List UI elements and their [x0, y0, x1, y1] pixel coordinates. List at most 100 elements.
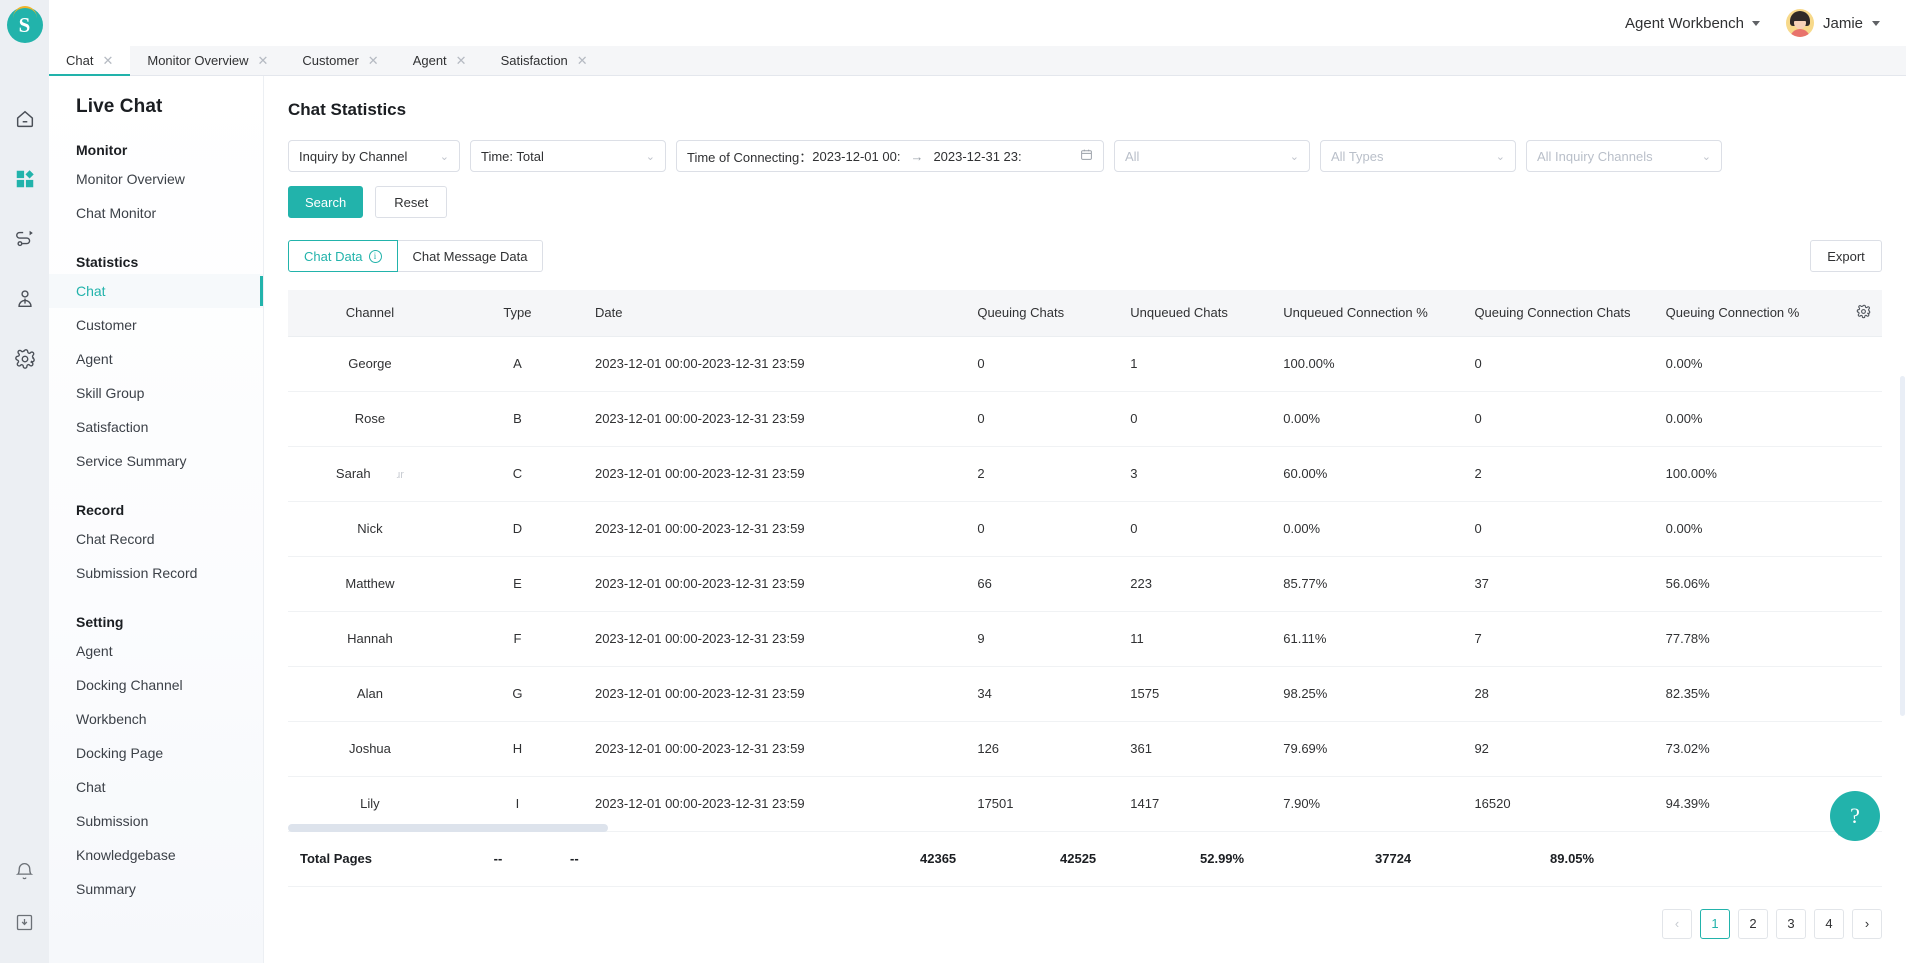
- pagination-page-3[interactable]: 3: [1776, 908, 1806, 939]
- close-icon[interactable]: ✕: [368, 54, 379, 67]
- col-header-queuing-connection-chats[interactable]: Queuing Connection Chats: [1462, 290, 1654, 337]
- close-icon[interactable]: ✕: [577, 54, 588, 67]
- pagination-next[interactable]: ›: [1852, 908, 1882, 939]
- pagination-page-2[interactable]: 2: [1738, 908, 1768, 939]
- column-settings-gear-icon[interactable]: [1856, 304, 1871, 322]
- table-row[interactable]: Sarah ɹr C 2023-12-01 00:00-2023-12-31 23:5…: [288, 446, 1882, 502]
- sidebar-item-skill-group[interactable]: Skill Group: [49, 376, 263, 410]
- tab-agent[interactable]: Agent ✕: [396, 46, 484, 75]
- table-row[interactable]: Alan G 2023-12-01 00:00-2023-12-31 23:59 34…: [288, 666, 1882, 722]
- types-select[interactable]: All Types ⌄: [1320, 140, 1516, 172]
- time-select[interactable]: Time: Total ⌄: [470, 140, 666, 172]
- tab-satisfaction[interactable]: Satisfaction ✕: [484, 46, 605, 75]
- tab-chat-message-data[interactable]: Chat Message Data: [397, 240, 544, 272]
- col-header-type[interactable]: Type: [451, 290, 583, 337]
- col-header-queuing-connection-pct[interactable]: Queuing Connection %: [1653, 290, 1845, 337]
- sidebar-title: Live Chat: [76, 96, 163, 117]
- sidebar-item-setting-agent[interactable]: Agent: [49, 634, 263, 668]
- scrollbar-thumb[interactable]: [288, 823, 608, 832]
- sidebar-item-label: Submission Record: [76, 565, 198, 581]
- workbench-label: Agent Workbench: [1625, 14, 1744, 32]
- row-spacer: [1844, 446, 1882, 502]
- table-row[interactable]: Joshua H 2023-12-01 00:00-2023-12-31 23:59…: [288, 721, 1882, 777]
- sidebar-item-docking-channel[interactable]: Docking Channel: [49, 668, 263, 702]
- close-icon[interactable]: ✕: [102, 54, 113, 67]
- horizontal-scrollbar[interactable]: [288, 823, 1866, 832]
- date-end-input[interactable]: 2023-12-31 23:: [933, 149, 1021, 164]
- cell-type: H: [451, 721, 583, 777]
- close-icon[interactable]: ✕: [456, 54, 467, 67]
- app-logo[interactable]: S: [6, 6, 43, 43]
- rail-item-downloads[interactable]: [0, 912, 49, 933]
- sidebar-item-setting-chat[interactable]: Chat: [49, 770, 263, 804]
- sidebar-item-label: Skill Group: [76, 385, 145, 401]
- rail-item-notifications[interactable]: [0, 861, 49, 882]
- cell-queuing-connection-pct: 0.00%: [1653, 336, 1845, 392]
- sidebar-item-submission[interactable]: Submission: [49, 804, 263, 838]
- sidebar-item-customer[interactable]: Customer: [49, 308, 263, 342]
- table-row[interactable]: George A 2023-12-01 00:00-2023-12-31 23:59…: [288, 336, 1882, 392]
- rail-item-customer[interactable]: [0, 269, 49, 329]
- sidebar-item-summary[interactable]: Summary: [49, 872, 263, 906]
- tab-label: Customer: [302, 53, 359, 68]
- pagination-page-4[interactable]: 4: [1814, 908, 1844, 939]
- info-icon[interactable]: i: [368, 249, 382, 263]
- all-select[interactable]: All ⌄: [1114, 140, 1310, 172]
- sidebar-item-label: Chat Record: [76, 531, 155, 547]
- col-header-unqueued-chats[interactable]: Unqueued Chats: [1118, 290, 1272, 337]
- col-header-channel[interactable]: Channel: [288, 290, 452, 337]
- sidebar-item-chat-monitor[interactable]: Chat Monitor: [49, 196, 263, 230]
- column-settings-header[interactable]: [1844, 290, 1882, 337]
- user-name: Jamie: [1822, 14, 1863, 32]
- sidebar-item-chat-record[interactable]: Chat Record: [49, 522, 263, 556]
- date-range-picker[interactable]: Time of Connecting： 2023-12-01 00: → 202…: [676, 140, 1104, 172]
- search-button[interactable]: Search: [288, 186, 364, 218]
- total-unqueued-chats: 42525: [1060, 851, 1097, 866]
- date-start-input[interactable]: 2023-12-01 00:: [812, 149, 900, 164]
- reset-button[interactable]: Reset: [375, 186, 448, 218]
- tab-customer[interactable]: Customer ✕: [285, 46, 395, 75]
- rail-item-settings[interactable]: [0, 329, 49, 389]
- pagination-page-1[interactable]: 1: [1700, 908, 1730, 939]
- sidebar-item-monitor-overview[interactable]: Monitor Overview: [49, 162, 263, 196]
- col-header-queuing-chats[interactable]: Queuing Chats: [965, 290, 1119, 337]
- rail-item-flow[interactable]: [0, 209, 49, 269]
- sidebar-item-docking-page[interactable]: Docking Page: [49, 736, 263, 770]
- sidebar-item-agent[interactable]: Agent: [49, 342, 263, 376]
- inquiry-channels-select[interactable]: All Inquiry Channels ⌄: [1526, 140, 1722, 172]
- cell-unqueued-connection-pct: 100.00%: [1271, 336, 1463, 392]
- cell-date: 2023-12-01 00:00-2023-12-31 23:59: [582, 391, 966, 447]
- cell-type: G: [451, 666, 583, 722]
- sidebar-item-satisfaction[interactable]: Satisfaction: [49, 410, 263, 444]
- table-row[interactable]: Rose B 2023-12-01 00:00-2023-12-31 23:59 0 0…: [288, 391, 1882, 447]
- dimension-select[interactable]: Inquiry by Channel ⌄: [288, 140, 460, 172]
- icon-rail: S: [0, 0, 49, 963]
- pagination-prev[interactable]: ‹: [1662, 908, 1692, 939]
- calendar-icon[interactable]: [1068, 148, 1093, 164]
- sidebar-item-knowledgebase[interactable]: Knowledgebase: [49, 838, 263, 872]
- workbench-selector[interactable]: Agent Workbench: [1625, 15, 1760, 32]
- user-menu[interactable]: Jamie: [1785, 9, 1880, 37]
- col-header-unqueued-connection-pct[interactable]: Unqueued Connection %: [1271, 290, 1463, 337]
- col-header-date[interactable]: Date: [582, 290, 966, 337]
- table-row[interactable]: Matthew E 2023-12-01 00:00-2023-12-31 23:5…: [288, 556, 1882, 612]
- table-row[interactable]: Nick D 2023-12-01 00:00-2023-12-31 23:59 0 0…: [288, 501, 1882, 557]
- sidebar-item-workbench[interactable]: Workbench: [49, 702, 263, 736]
- rail-item-dashboard[interactable]: [0, 149, 49, 209]
- help-button[interactable]: ?: [1830, 791, 1880, 841]
- close-icon[interactable]: ✕: [258, 54, 269, 67]
- sidebar-item-label: Monitor Overview: [76, 171, 185, 187]
- cell-unqueued-connection-pct: 0.00%: [1271, 391, 1463, 447]
- rail-item-home[interactable]: [0, 89, 49, 149]
- sidebar-item-submission-record[interactable]: Submission Record: [49, 556, 263, 590]
- tab-chat[interactable]: Chat ✕: [49, 46, 131, 76]
- sidebar-item-service-summary[interactable]: Service Summary: [49, 444, 263, 478]
- tab-monitor-overview[interactable]: Monitor Overview ✕: [130, 46, 285, 75]
- total-label: Total Pages: [300, 851, 373, 866]
- table-row[interactable]: Hannah F 2023-12-01 00:00-2023-12-31 23:59…: [288, 611, 1882, 667]
- tab-chat-data[interactable]: Chat Data i: [288, 240, 398, 272]
- cell-queuing-chats: 9: [965, 611, 1119, 667]
- export-button[interactable]: Export: [1810, 240, 1882, 272]
- sidebar-item-chat[interactable]: Chat: [49, 274, 263, 308]
- vertical-scrollbar[interactable]: [1900, 376, 1905, 716]
